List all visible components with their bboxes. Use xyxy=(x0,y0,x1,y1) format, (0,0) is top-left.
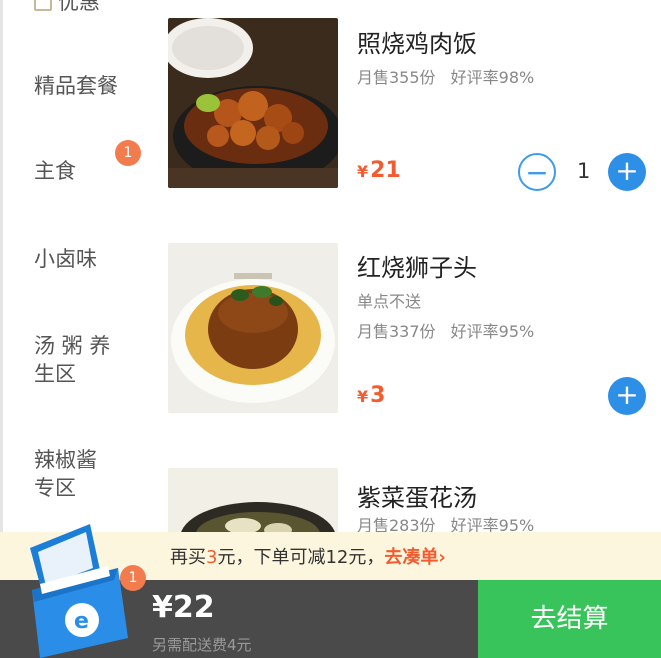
product-stats: 月售355份 好评率98% xyxy=(357,64,534,88)
product-price: ¥21 xyxy=(357,158,401,183)
checkout-button[interactable]: 去结算 xyxy=(478,580,661,658)
increase-quantity-button[interactable]: + xyxy=(608,153,646,191)
sidebar-item-label: 精品套餐 xyxy=(34,74,118,98)
product-image[interactable] xyxy=(168,243,338,413)
sidebar-item-braised-snacks[interactable]: 小卤味 xyxy=(34,245,97,273)
rating: 好评率95% xyxy=(450,322,535,341)
sidebar-item-staples[interactable]: 主食 xyxy=(34,157,76,185)
product-price: ¥3 xyxy=(357,383,385,408)
promo-amount: 3 xyxy=(206,547,218,568)
rating: 好评率98% xyxy=(450,68,535,87)
add-more-link[interactable]: 去凑单 xyxy=(384,547,438,568)
product-card: 照烧鸡肉饭 月售355份 好评率98% ¥21 − 1 + xyxy=(150,0,661,220)
currency-symbol: ¥ xyxy=(357,162,369,181)
takeout-menu-screen: 优惠 精品套餐 主食 1 小卤味 汤 粥 养 生区 辣椒酱 专区 照烧鸡肉饭 月… xyxy=(0,0,661,658)
product-card: 紫菜蛋花汤 月售283份 好评率95% xyxy=(150,460,661,540)
product-image[interactable] xyxy=(168,468,338,540)
plus-circle-icon: + xyxy=(615,154,639,187)
monthly-sales: 月售337份 xyxy=(357,322,436,341)
sidebar-item-set-meals[interactable]: 精品套餐 xyxy=(34,72,118,100)
increase-quantity-button[interactable]: + xyxy=(608,377,646,415)
sidebar-item-label: 汤 粥 养 xyxy=(34,334,111,358)
product-name: 照烧鸡肉饭 xyxy=(357,30,477,58)
product-stats: 月售337份 好评率95% xyxy=(357,318,534,342)
price-value: 21 xyxy=(370,158,401,183)
quantity-value: 1 xyxy=(577,159,591,183)
minus-circle-icon: − xyxy=(525,156,549,189)
product-name: 紫菜蛋花汤 xyxy=(357,484,477,512)
sidebar-item-soups[interactable]: 汤 粥 养 生区 xyxy=(34,332,110,388)
delivery-fee-note: 另需配送费4元 xyxy=(152,636,252,654)
promo-text: 再买3元，下单可减12元，去凑单› xyxy=(170,547,446,568)
category-count-badge: 1 xyxy=(115,140,141,166)
sidebar-item-label: 辣椒酱 xyxy=(34,448,97,472)
cart-count-badge: 1 xyxy=(120,565,146,591)
sidebar-item-label: 专区 xyxy=(34,476,76,500)
sidebar-item-chili-sauce[interactable]: 辣椒酱 专区 xyxy=(34,446,97,502)
price-value: 3 xyxy=(370,383,386,408)
product-name: 红烧狮子头 xyxy=(357,254,477,282)
cart-icon[interactable]: e xyxy=(20,520,135,658)
sidebar-item-label: 小卤味 xyxy=(34,247,97,271)
currency-symbol: ¥ xyxy=(357,387,369,406)
product-image[interactable] xyxy=(168,18,338,188)
discount-icon xyxy=(34,0,52,11)
monthly-sales: 月售355份 xyxy=(357,68,436,87)
plus-circle-icon: + xyxy=(615,378,639,411)
svg-text:e: e xyxy=(74,609,89,634)
chevron-right-icon: › xyxy=(438,547,446,568)
sidebar-item-label: 生区 xyxy=(34,362,76,386)
cart-total: ¥22 xyxy=(152,590,215,625)
sidebar-item-label: 主食 xyxy=(34,159,76,183)
sidebar-item-discount[interactable]: 优惠 xyxy=(34,0,100,16)
decrease-quantity-button[interactable]: − xyxy=(518,153,556,191)
product-note: 单点不送 xyxy=(357,292,422,311)
product-card: 红烧狮子头 单点不送 月售337份 好评率95% ¥3 + xyxy=(150,220,661,460)
